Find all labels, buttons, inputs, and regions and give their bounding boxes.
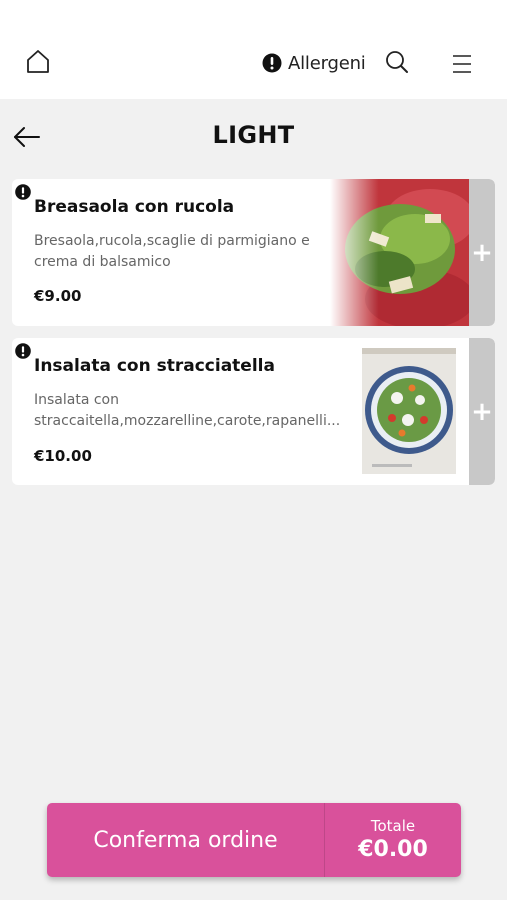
product-price: €10.00 [34,447,92,465]
search-icon[interactable] [384,50,410,76]
allergen-warning-icon [15,184,31,200]
order-bar: Conferma ordine Totale €0.00 [47,803,461,877]
add-to-cart-button[interactable]: + [469,338,495,485]
plus-icon: + [471,237,493,268]
product-description: Bresaola,rucola,scaglie di parmigiano e … [34,233,310,270]
total-value: €0.00 [358,837,428,862]
hamburger-menu-icon[interactable] [450,52,474,76]
home-icon[interactable] [24,48,52,76]
confirm-order-button[interactable]: Conferma ordine [47,803,324,877]
total-label: Totale [370,817,416,835]
alert-icon [262,53,282,73]
top-bar: Allergeni [0,0,507,99]
plus-icon: + [471,396,493,427]
product-card[interactable]: Insalata con stracciatella Insalata con … [12,338,495,485]
product-image [330,179,469,326]
page-title: LIGHT [212,121,295,149]
allergens-button[interactable]: Allergeni [262,50,366,76]
product-name: Breasaola con rucola [34,197,235,217]
product-image [362,348,456,474]
allergens-label: Allergeni [288,52,366,74]
product-description: Insalata con straccaitella,mozzarelline,… [34,392,341,429]
product-name: Insalata con stracciatella [34,356,275,376]
product-price: €9.00 [34,287,82,305]
allergen-warning-icon [15,343,31,359]
product-card[interactable]: Breasaola con rucola Bresaola,rucola,sca… [12,179,495,326]
add-to-cart-button[interactable]: + [469,179,495,326]
